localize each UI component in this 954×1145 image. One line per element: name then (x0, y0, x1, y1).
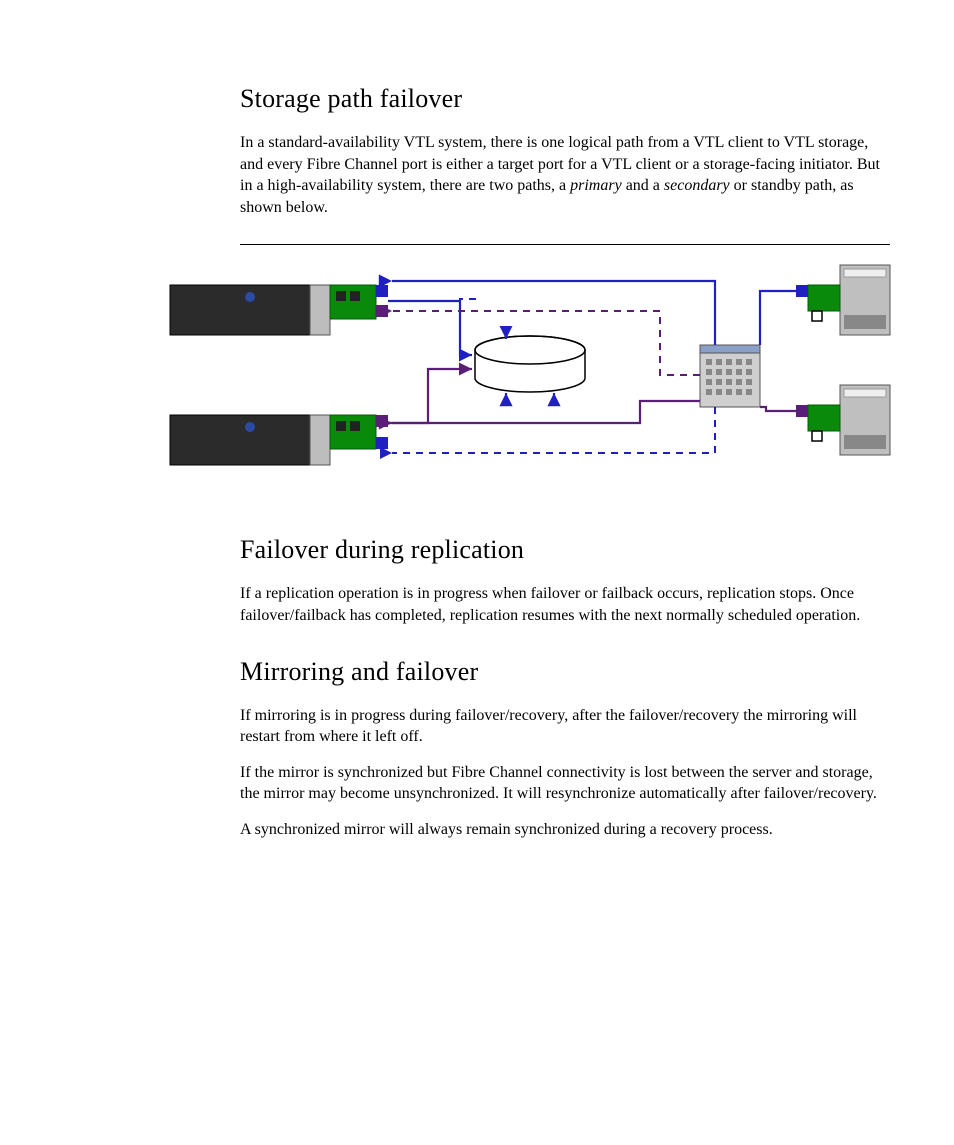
paragraph-s3-3: A synchronized mirror will always remain… (240, 819, 890, 841)
section-failover-replication: Failover during replication If a replica… (240, 535, 890, 626)
document-page: Storage path failover In a standard-avai… (0, 0, 954, 1145)
client-top-icon (796, 265, 890, 335)
storage-cylinder-icon (475, 336, 585, 392)
text-emphasis-primary: primary (570, 177, 622, 194)
paragraph-s3-1: If mirroring is in progress during failo… (240, 705, 890, 748)
paragraph-s2-1: If a replication operation is in progres… (240, 583, 890, 626)
failover-diagram-svg (160, 255, 900, 495)
client-bottom-icon (796, 385, 890, 455)
paragraph-s3-2: If the mirror is synchronized but Fibre … (240, 762, 890, 805)
heading-failover-during-replication: Failover during replication (240, 535, 890, 565)
failover-diagram (160, 255, 900, 495)
section-divider (240, 244, 890, 245)
fc-switch-icon (700, 345, 760, 407)
text-run: and a (626, 177, 664, 194)
heading-storage-path-failover: Storage path failover (240, 84, 890, 114)
text-emphasis-secondary: secondary (664, 177, 730, 194)
section-mirroring-failover: Mirroring and failover If mirroring is i… (240, 657, 890, 841)
paragraph-s1-intro: In a standard-availability VTL system, t… (240, 132, 890, 218)
heading-mirroring-and-failover: Mirroring and failover (240, 657, 890, 687)
vtl-server-primary-icon (170, 285, 388, 335)
vtl-server-secondary-icon (170, 415, 388, 465)
